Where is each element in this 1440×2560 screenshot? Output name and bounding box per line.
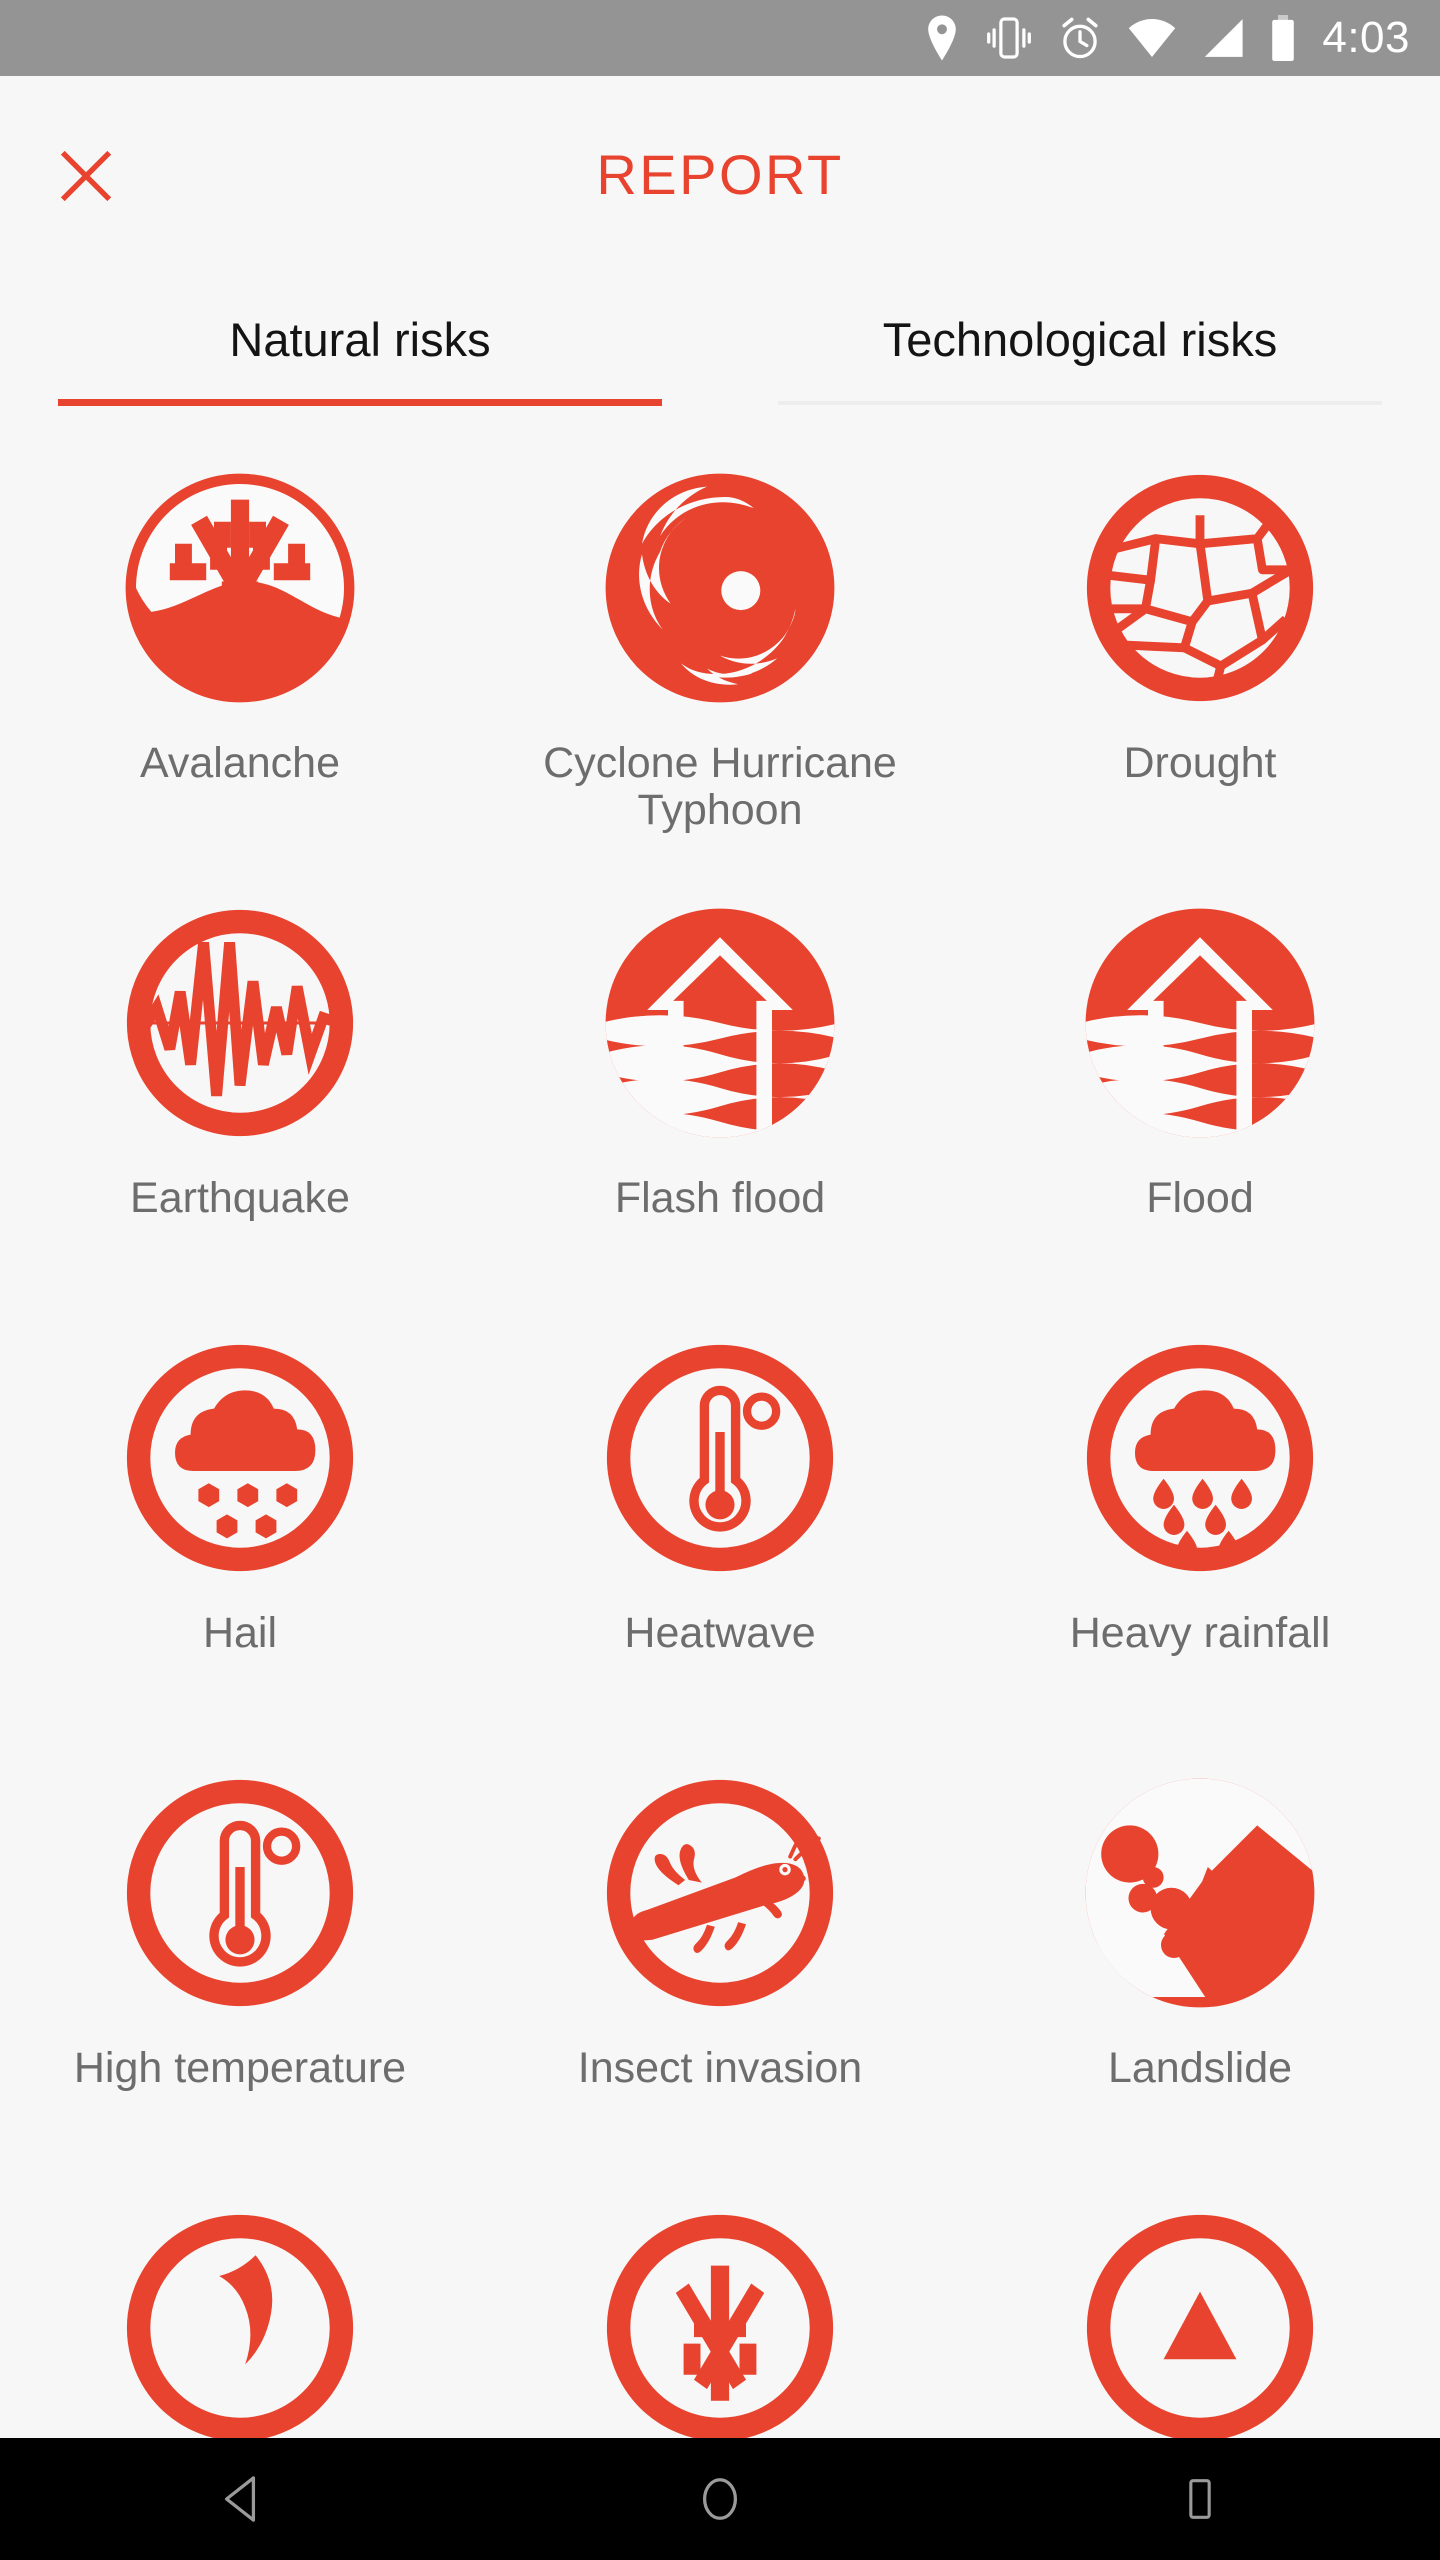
risk-item-insect-invasion[interactable]: Insect invasion: [480, 1745, 960, 2180]
partial-row-icon-2: [606, 2214, 834, 2440]
home-circle-icon: [702, 2478, 738, 2520]
risk-item-partial-1[interactable]: [0, 2180, 480, 2440]
alarm-icon: [1062, 17, 1098, 59]
tab-natural-risks[interactable]: Natural risks: [0, 272, 720, 420]
tab-natural-risks-underline: [58, 399, 662, 406]
risk-label: Earthquake: [130, 1174, 350, 1222]
status-bar-icons: [924, 15, 1296, 61]
risk-label: Insect invasion: [577, 2044, 863, 2092]
risk-label: Flash flood: [614, 1174, 826, 1222]
risk-label: Drought: [1123, 739, 1277, 787]
earthquake-icon: [126, 909, 354, 1137]
heavy-rainfall-icon: [1086, 1344, 1314, 1572]
risk-label: Cyclone Hurricane Typhoon: [543, 739, 897, 835]
location-pin-icon: [928, 15, 957, 61]
wifi-icon: [1129, 19, 1176, 57]
risk-item-flash-flood[interactable]: Flash flood: [480, 875, 960, 1310]
risk-item-drought[interactable]: Drought: [960, 440, 1440, 875]
risk-label: Hail: [202, 1609, 278, 1657]
insect-invasion-icon: [606, 1779, 834, 2007]
recents-square-icon: [1189, 2479, 1211, 2519]
risk-label: Avalanche: [139, 739, 341, 787]
tab-technological-risks-underline: [778, 401, 1382, 405]
risk-item-flood[interactable]: Flood: [960, 875, 1440, 1310]
risk-label: Heavy rainfall: [1069, 1609, 1331, 1657]
page-title: REPORT: [596, 142, 844, 206]
risk-item-landslide[interactable]: Landslide: [960, 1745, 1440, 2180]
risk-item-partial-3[interactable]: [960, 2180, 1440, 2440]
tab-technological-risks-label: Technological risks: [882, 313, 1278, 366]
flood-icon: [1085, 908, 1315, 1138]
risk-label: High temperature: [73, 2044, 407, 2092]
navigation-bar: [0, 2438, 1440, 2560]
app-bar: REPORT: [0, 76, 1440, 272]
high-temperature-icon: [126, 1779, 354, 2007]
risk-item-avalanche[interactable]: Avalanche: [0, 440, 480, 875]
partial-row-icon-1: [126, 2214, 354, 2440]
risk-grid: Avalanche Cyclone Hurricane Typhoon Drou…: [0, 440, 1440, 2440]
back-button[interactable]: [160, 2438, 320, 2560]
risk-item-heavy-rainfall[interactable]: Heavy rainfall: [960, 1310, 1440, 1745]
risk-item-high-temperature[interactable]: High temperature: [0, 1745, 480, 2180]
landslide-icon: [1085, 1778, 1315, 2008]
risk-label: Flood: [1146, 1174, 1254, 1222]
risk-label: Heatwave: [624, 1609, 816, 1657]
recents-button[interactable]: [1120, 2438, 1280, 2560]
risk-item-hail[interactable]: Hail: [0, 1310, 480, 1745]
tab-technological-risks[interactable]: Technological risks: [720, 272, 1440, 420]
battery-icon: [1272, 15, 1295, 61]
heatwave-icon: [606, 1344, 834, 1572]
status-bar: 4:03: [0, 0, 1440, 76]
tab-natural-risks-label: Natural risks: [229, 313, 491, 366]
vibrate-icon: [987, 17, 1032, 59]
phone-screen: 4:03 REPORT Natural risks Technological …: [0, 0, 1440, 2560]
risk-item-heatwave[interactable]: Heatwave: [480, 1310, 960, 1745]
cellular-signal-icon: [1205, 19, 1243, 57]
partial-row-icon-3: [1086, 2214, 1314, 2440]
tab-bar: Natural risks Technological risks: [0, 272, 1440, 420]
avalanche-icon: [125, 473, 355, 703]
hail-icon: [126, 1344, 354, 1572]
flash-flood-icon: [605, 908, 835, 1138]
drought-icon: [1086, 474, 1314, 702]
risk-item-earthquake[interactable]: Earthquake: [0, 875, 480, 1310]
status-bar-clock: 4:03: [1322, 13, 1410, 62]
risk-item-cyclone-hurricane-typhoon[interactable]: Cyclone Hurricane Typhoon: [480, 440, 960, 875]
home-button[interactable]: [640, 2438, 800, 2560]
cyclone-icon: [605, 473, 835, 703]
risk-item-partial-2[interactable]: [480, 2180, 960, 2440]
back-triangle-icon: [224, 2476, 256, 2522]
risk-label: Landslide: [1107, 2044, 1293, 2092]
